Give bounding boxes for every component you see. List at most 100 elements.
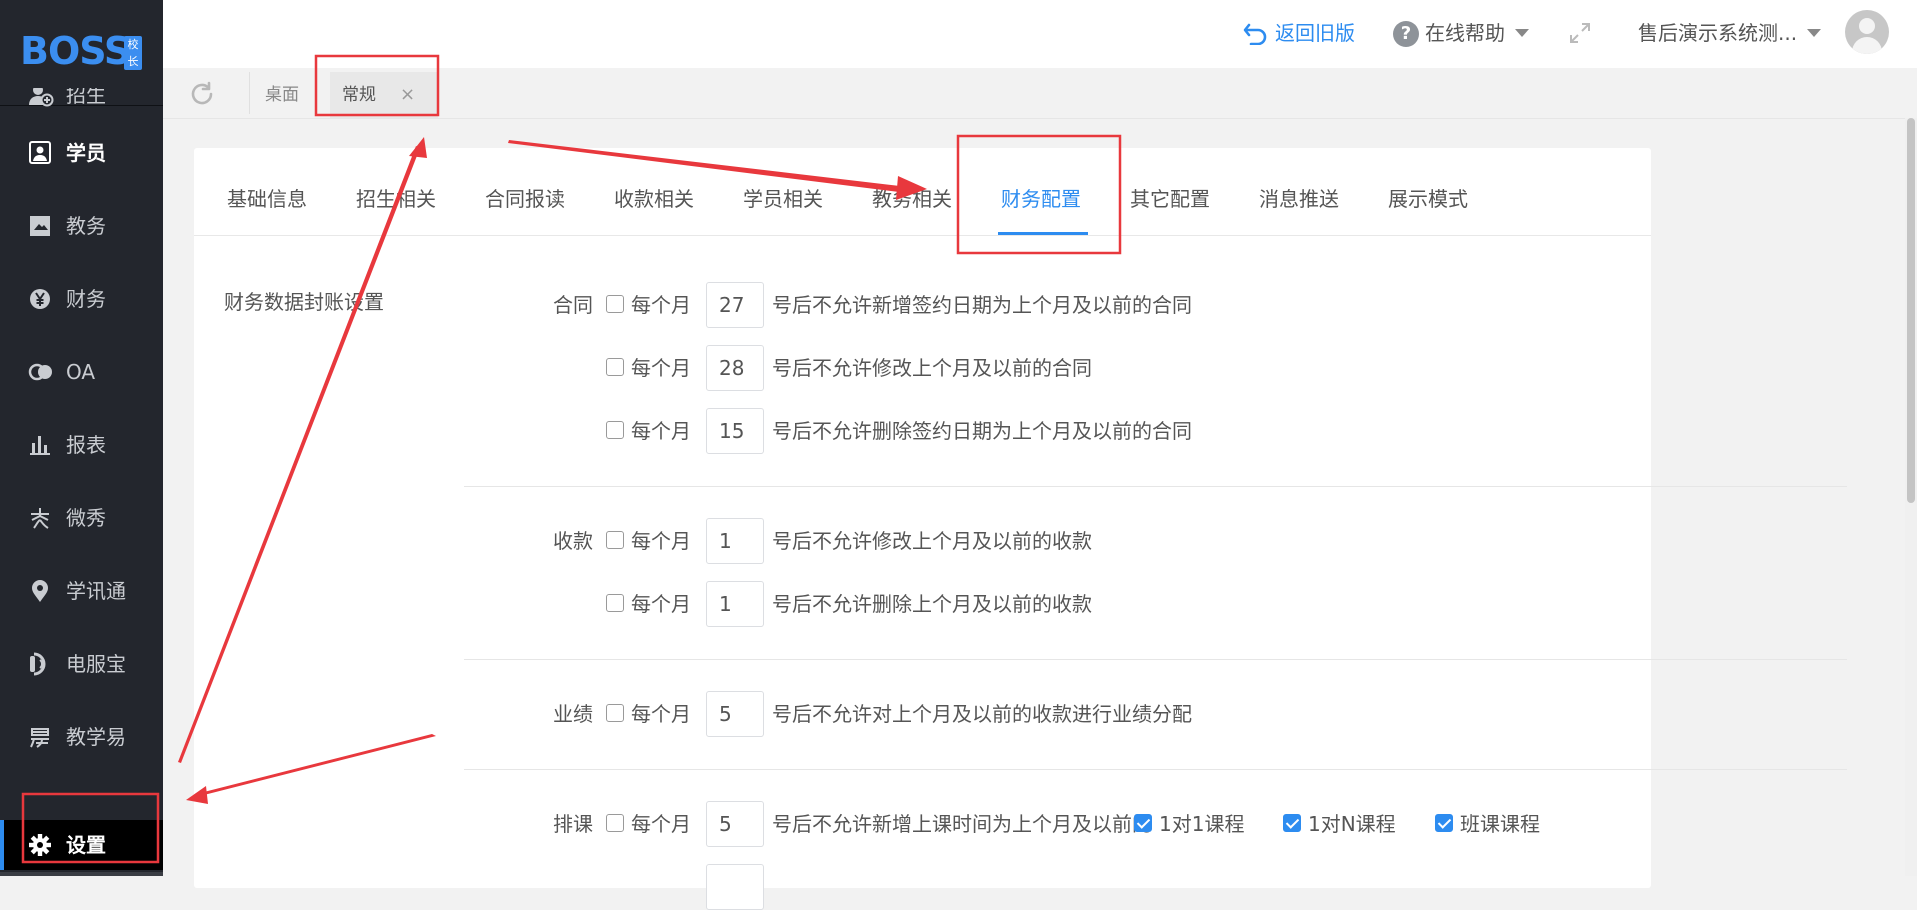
close-icon[interactable]: × bbox=[400, 72, 415, 118]
sidebar-item-oa[interactable]: OA bbox=[0, 347, 163, 397]
avatar-head-shape bbox=[1859, 18, 1875, 34]
sidebar-item-weixiu[interactable]: 微秀 bbox=[0, 493, 163, 543]
subtab-other-config[interactable]: 其它配置 bbox=[1130, 186, 1210, 212]
sidebar-item-student[interactable]: 学员 bbox=[0, 128, 163, 178]
undo-icon bbox=[1243, 23, 1267, 46]
subtab-contract[interactable]: 合同报读 bbox=[485, 186, 565, 212]
contract-row-2: 每个月 号后不允许修改上个月及以前的合同 bbox=[553, 345, 1453, 391]
option-label: 班课课程 bbox=[1460, 812, 1540, 836]
enroll-icon bbox=[28, 88, 54, 107]
checkbox[interactable] bbox=[606, 704, 624, 722]
checkbox[interactable] bbox=[606, 594, 624, 612]
every-month-label: 每个月 bbox=[631, 592, 691, 616]
sidebar-item-academic[interactable]: 教务 bbox=[0, 201, 163, 251]
online-help-dropdown[interactable]: ? 在线帮助 bbox=[1393, 18, 1529, 48]
every-month-label: 每个月 bbox=[631, 529, 691, 553]
gear-icon bbox=[28, 833, 54, 857]
settings-subtabs: 基础信息 招生相关 合同报读 收款相关 学员相关 教务相关 财务配置 其它配置 … bbox=[194, 148, 1651, 236]
sidebar-item-label: OA bbox=[66, 360, 96, 384]
sidebar-item-label: 学讯通 bbox=[66, 579, 126, 603]
checkbox-class-course[interactable] bbox=[1435, 814, 1453, 832]
every-month-label: 每个月 bbox=[631, 356, 691, 380]
sidebar-item-xuexuntong[interactable]: 学讯通 bbox=[0, 566, 163, 616]
sidebar-item-finance[interactable]: 财务 bbox=[0, 274, 163, 324]
scrollbar[interactable] bbox=[1905, 118, 1917, 876]
payment-label: 收款 bbox=[553, 529, 593, 553]
day-input[interactable] bbox=[706, 581, 764, 627]
subtab-message-push[interactable]: 消息推送 bbox=[1259, 186, 1339, 212]
tab-general-label: 常规 bbox=[342, 85, 376, 105]
subtab-finance-config[interactable]: 财务配置 bbox=[1001, 186, 1081, 212]
day-input[interactable] bbox=[706, 408, 764, 454]
chevron-down-icon bbox=[1807, 29, 1822, 37]
tab-general[interactable]: 常规 × bbox=[330, 72, 438, 118]
fullscreen-expand-icon[interactable] bbox=[1567, 20, 1593, 46]
sidebar-item-reports[interactable]: 报表 bbox=[0, 420, 163, 470]
rule-description: 号后不允许对上个月及以前的收款进行业绩分配 bbox=[772, 702, 1192, 726]
back-to-old-version-label: 返回旧版 bbox=[1275, 21, 1355, 45]
page-tab-bar: 桌面 常规 × bbox=[163, 68, 1917, 119]
day-input[interactable] bbox=[706, 345, 764, 391]
rule-description: 号后不允许新增签约日期为上个月及以前的合同 bbox=[772, 293, 1192, 317]
contract-label: 合同 bbox=[553, 293, 593, 317]
rule-description: 号后不允许删除上个月及以前的收款 bbox=[772, 592, 1092, 616]
checkbox[interactable] bbox=[606, 814, 624, 832]
day-input[interactable] bbox=[706, 801, 764, 847]
checkbox-1onN-course[interactable] bbox=[1283, 814, 1301, 832]
every-month-label: 每个月 bbox=[631, 419, 691, 443]
subtab-enrollment[interactable]: 招生相关 bbox=[356, 186, 436, 212]
refresh-icon[interactable] bbox=[188, 80, 216, 108]
active-subtab-indicator bbox=[998, 232, 1088, 235]
settings-card: 基础信息 招生相关 合同报读 收款相关 学员相关 教务相关 财务配置 其它配置 … bbox=[194, 148, 1847, 910]
sidebar-bottom-strip bbox=[0, 872, 163, 876]
rule-description: 号后不允许修改上个月及以前的合同 bbox=[772, 356, 1092, 380]
jiaoxueyi-icon bbox=[28, 725, 54, 749]
subtab-academic[interactable]: 教务相关 bbox=[872, 186, 952, 212]
back-to-old-version-link[interactable]: 返回旧版 bbox=[1243, 18, 1355, 48]
sidebar-item-label: 财务 bbox=[66, 287, 106, 311]
schedule-row-2 bbox=[553, 864, 1453, 910]
divider bbox=[464, 769, 1847, 770]
phone-icon bbox=[28, 652, 54, 676]
tab-desktop[interactable]: 桌面 bbox=[265, 72, 299, 118]
subtab-payment[interactable]: 收款相关 bbox=[614, 186, 694, 212]
checkbox[interactable] bbox=[606, 531, 624, 549]
sidebar-item-label: 学员 bbox=[66, 141, 106, 165]
bar-chart-icon bbox=[28, 433, 54, 457]
day-input[interactable] bbox=[706, 282, 764, 328]
subtab-basic-info[interactable]: 基础信息 bbox=[227, 186, 307, 212]
sidebar-item-label: 教学易 bbox=[66, 725, 126, 749]
sidebar-item-label: 设置 bbox=[66, 833, 106, 857]
every-month-label: 每个月 bbox=[631, 702, 691, 726]
yen-icon bbox=[28, 287, 54, 311]
scrollbar-thumb[interactable] bbox=[1907, 118, 1915, 503]
every-month-label: 每个月 bbox=[631, 293, 691, 317]
avatar[interactable] bbox=[1845, 10, 1889, 54]
user-menu-dropdown[interactable]: 售后演示系统测... bbox=[1638, 18, 1822, 48]
subtab-display-mode[interactable]: 展示模式 bbox=[1388, 186, 1468, 212]
contract-row-1: 合同 每个月 号后不允许新增签约日期为上个月及以前的合同 bbox=[553, 282, 1453, 328]
checkbox[interactable] bbox=[606, 421, 624, 439]
sidebar-item-jiaoxueyi[interactable]: 教学易 bbox=[0, 712, 163, 762]
day-input[interactable] bbox=[706, 518, 764, 564]
logo-badge: 校长 bbox=[124, 36, 142, 70]
checkbox[interactable] bbox=[606, 358, 624, 376]
day-input[interactable] bbox=[706, 864, 764, 910]
checkbox[interactable] bbox=[606, 295, 624, 313]
book-icon bbox=[28, 214, 54, 238]
payment-row-2: 每个月 号后不允许删除上个月及以前的收款 bbox=[553, 581, 1453, 627]
sidebar-nav: 招生 学员 教务 财务 OA 报表 微秀 学讯通 电服宝 教学易 设置 bbox=[0, 88, 163, 876]
subtab-student[interactable]: 学员相关 bbox=[743, 186, 823, 212]
sidebar-item-enroll[interactable]: 招生 bbox=[0, 88, 163, 120]
sidebar-item-label: 电服宝 bbox=[66, 652, 126, 676]
option-label: 1对N课程 bbox=[1308, 812, 1396, 836]
divider bbox=[464, 486, 1847, 487]
payment-row-1: 收款 每个月 号后不允许修改上个月及以前的收款 bbox=[553, 518, 1453, 564]
sidebar-item-dianfubao[interactable]: 电服宝 bbox=[0, 639, 163, 689]
contract-row-3: 每个月 号后不允许删除签约日期为上个月及以前的合同 bbox=[553, 408, 1453, 454]
day-input[interactable] bbox=[706, 691, 764, 737]
sidebar-item-settings[interactable]: 设置 bbox=[0, 820, 163, 870]
location-pin-icon bbox=[28, 579, 54, 603]
rule-description: 号后不允许新增上课时间为上个月及以前的 bbox=[772, 812, 1152, 836]
checkbox-1on1-course[interactable] bbox=[1134, 814, 1152, 832]
